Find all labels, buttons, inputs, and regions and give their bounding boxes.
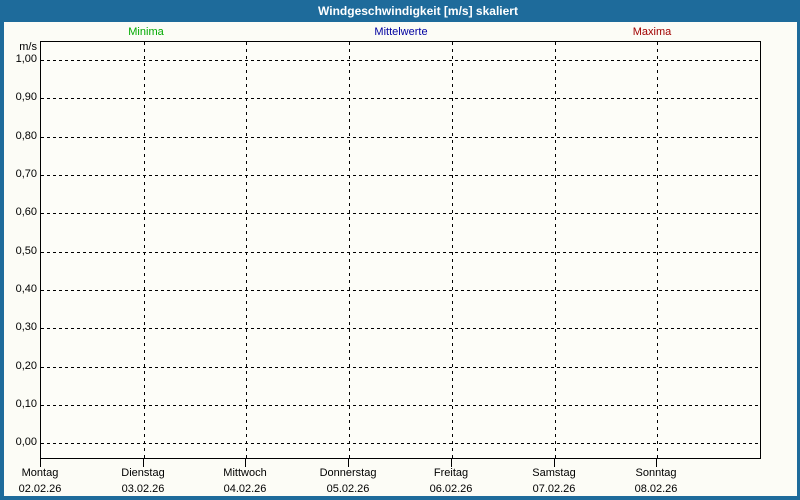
date-label: 08.02.26 bbox=[634, 483, 678, 495]
legend-label-maxima: Maxima bbox=[632, 26, 672, 38]
y-tick-label: 0,70 bbox=[15, 168, 37, 180]
y-gridline bbox=[41, 252, 760, 253]
y-gridline bbox=[41, 367, 760, 368]
legend-label-mittelwerte: Mittelwerte bbox=[374, 26, 428, 38]
y-tick-label: 0,80 bbox=[15, 130, 37, 142]
page-title: Windgeschwindigkeit [m/s] skaliert bbox=[318, 4, 518, 18]
x-axis-tick bbox=[554, 459, 555, 467]
y-tick-label: 0,40 bbox=[15, 283, 37, 295]
x-gridline bbox=[657, 42, 658, 458]
y-gridline bbox=[41, 60, 760, 61]
y-tick-label: 0,30 bbox=[15, 321, 37, 333]
x-gridline bbox=[246, 42, 247, 458]
legend-label-minima: Minima bbox=[128, 26, 164, 38]
y-tick-label: 0,60 bbox=[15, 206, 37, 218]
x-axis-tick bbox=[656, 459, 657, 467]
x-gridline bbox=[452, 42, 453, 458]
x-axis-tick bbox=[40, 459, 41, 467]
y-tick-label: 0,20 bbox=[15, 360, 37, 372]
y-gridline bbox=[41, 137, 760, 138]
y-tick-label: 1,00 bbox=[15, 53, 37, 65]
y-gridline bbox=[41, 405, 760, 406]
day-label: Mittwoch bbox=[223, 467, 267, 479]
y-gridline bbox=[41, 98, 760, 99]
x-axis-tick bbox=[348, 459, 349, 467]
date-label: 05.02.26 bbox=[326, 483, 370, 495]
day-label: Sonntag bbox=[635, 467, 677, 479]
x-axis-tick bbox=[245, 459, 246, 467]
y-tick-label: 0,00 bbox=[15, 436, 37, 448]
x-axis-tick bbox=[143, 459, 144, 467]
title-bar: Windgeschwindigkeit [m/s] skaliert bbox=[0, 0, 800, 22]
y-gridline bbox=[41, 328, 760, 329]
y-tick-label: 0,10 bbox=[15, 398, 37, 410]
chart-window: Windgeschwindigkeit [m/s] skaliert Minim… bbox=[0, 0, 800, 500]
y-gridline bbox=[41, 175, 760, 176]
y-gridline bbox=[41, 290, 760, 291]
y-tick-label: 0,50 bbox=[15, 245, 37, 257]
day-label: Freitag bbox=[433, 467, 469, 479]
y-tick-label: 0,90 bbox=[15, 91, 37, 103]
x-gridline bbox=[349, 42, 350, 458]
date-label: 04.02.26 bbox=[223, 483, 267, 495]
day-label: Donnerstag bbox=[319, 467, 377, 479]
plot-area bbox=[40, 41, 761, 459]
y-axis-unit-label: m/s bbox=[19, 41, 37, 53]
y-gridline bbox=[41, 443, 760, 444]
date-label: 06.02.26 bbox=[429, 483, 473, 495]
y-gridline bbox=[41, 213, 760, 214]
x-gridline bbox=[555, 42, 556, 458]
x-axis-tick bbox=[451, 459, 452, 467]
x-gridline bbox=[144, 42, 145, 458]
